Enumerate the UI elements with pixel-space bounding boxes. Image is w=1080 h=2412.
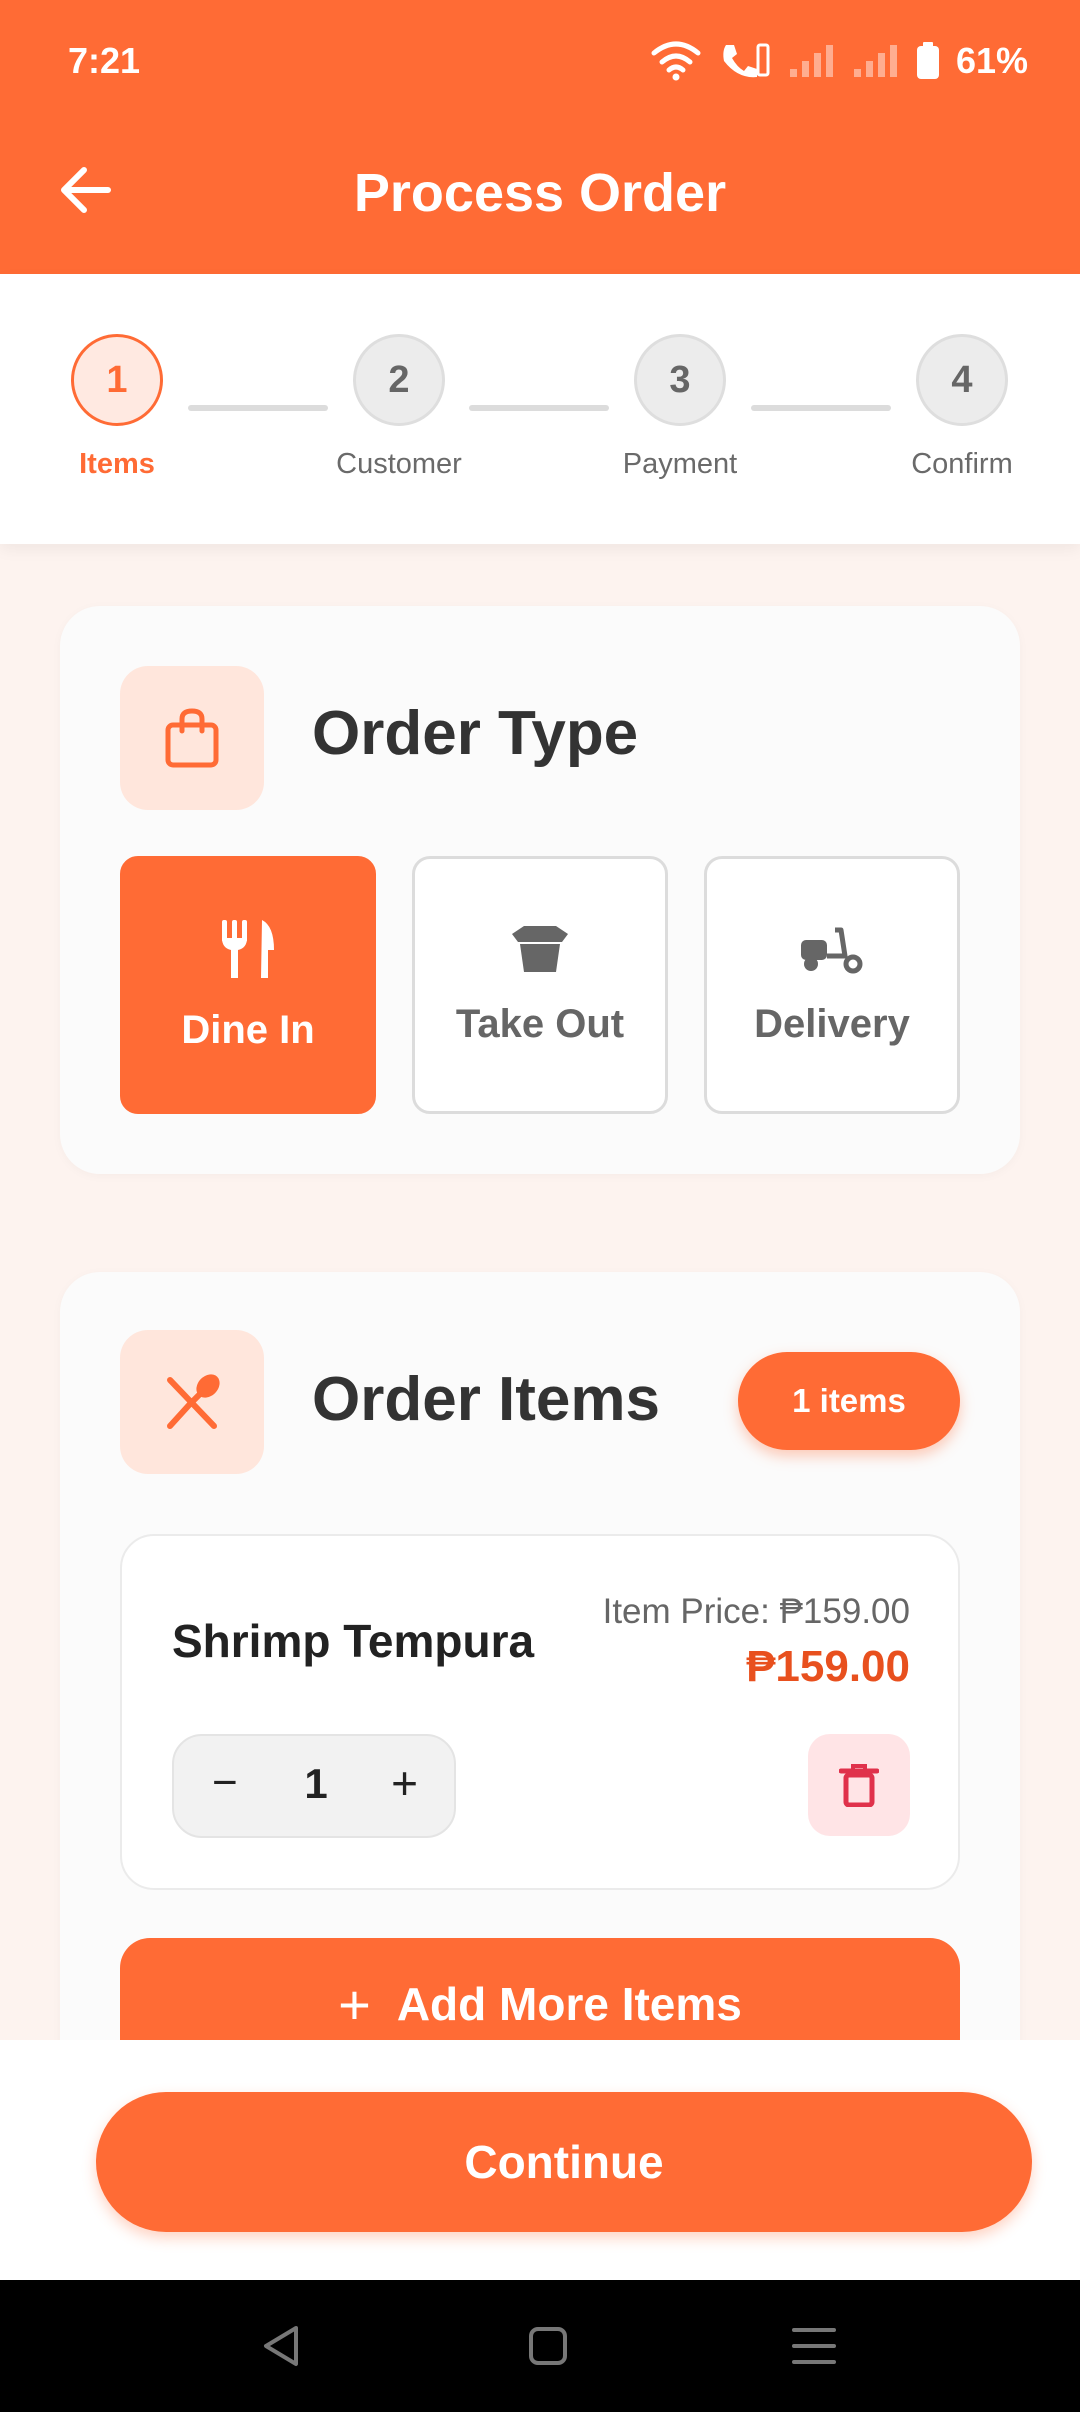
step-label: Confirm	[911, 448, 1013, 480]
progress-stepper: 1 Items 2 Customer 3 Payment 4 Confirm	[0, 274, 1080, 544]
continue-button[interactable]: Continue	[96, 2092, 1032, 2232]
trash-icon	[839, 1764, 879, 1807]
status-icons: 61%	[650, 36, 1028, 86]
step-number: 1	[71, 334, 163, 426]
option-label: Dine In	[181, 1007, 315, 1052]
item-unit-price: Item Price: ₱159.00	[602, 1592, 910, 1631]
take-out-option[interactable]: Take Out	[412, 856, 668, 1114]
item-name: Shrimp Tempura	[172, 1615, 535, 1667]
order-type-title: Order Type	[312, 699, 639, 768]
utensils-crossed-icon	[120, 1330, 264, 1474]
increase-quantity-button[interactable]: +	[391, 1756, 418, 1810]
order-items-title: Order Items	[312, 1365, 661, 1434]
order-items-card: Order Items 1 items Shrimp Tempura Item …	[60, 1272, 1020, 2092]
quantity-stepper: − 1 +	[172, 1734, 456, 1838]
step-label: Customer	[336, 448, 462, 480]
signal-icon-2	[853, 45, 897, 77]
nav-menu-icon[interactable]	[784, 2320, 844, 2372]
step-number: 2	[353, 334, 445, 426]
scooter-icon	[801, 927, 863, 973]
step-number: 3	[634, 334, 726, 426]
order-item-card: Shrimp Tempura Item Price: ₱159.00 ₱159.…	[120, 1534, 960, 1890]
takeout-box-icon	[512, 925, 568, 972]
battery-icon	[916, 42, 939, 79]
add-more-label: Add More Items	[396, 1978, 742, 2030]
item-total-price: ₱159.00	[746, 1642, 910, 1691]
option-label: Delivery	[754, 1001, 910, 1046]
nav-back-icon[interactable]	[252, 2320, 312, 2372]
status-bar: 7:21 61%	[0, 0, 1080, 124]
step-label: Items	[79, 448, 155, 480]
delivery-option[interactable]: Delivery	[704, 856, 960, 1114]
step-payment: 3 Payment	[580, 334, 780, 481]
plus-icon: +	[338, 1972, 371, 2036]
order-type-card: Order Type Dine In Take Out Delivery	[60, 606, 1020, 1174]
utensils-icon	[222, 919, 274, 978]
page-title: Process Order	[353, 163, 727, 223]
shopping-bag-icon	[120, 666, 264, 810]
battery-percent: 61%	[955, 40, 1028, 81]
app-bar: 7:21 61% Process Order	[0, 0, 1080, 274]
delete-item-button[interactable]	[808, 1734, 910, 1836]
wifi-call-icon	[723, 43, 770, 78]
status-time: 7:21	[68, 40, 141, 81]
signal-icon-1	[789, 45, 833, 77]
system-nav-bar	[0, 2280, 1080, 2412]
dine-in-option[interactable]: Dine In	[120, 856, 376, 1114]
bottom-action-bar: Continue	[0, 2040, 1080, 2280]
step-confirm: 4 Confirm	[862, 334, 1062, 481]
step-items: 1 Items	[17, 334, 217, 481]
step-number: 4	[916, 334, 1008, 426]
option-label: Take Out	[455, 1001, 625, 1046]
wifi-icon	[651, 41, 701, 81]
step-label: Payment	[622, 448, 738, 480]
nav-home-icon[interactable]	[518, 2320, 578, 2372]
item-count-badge: 1 items	[738, 1352, 960, 1450]
